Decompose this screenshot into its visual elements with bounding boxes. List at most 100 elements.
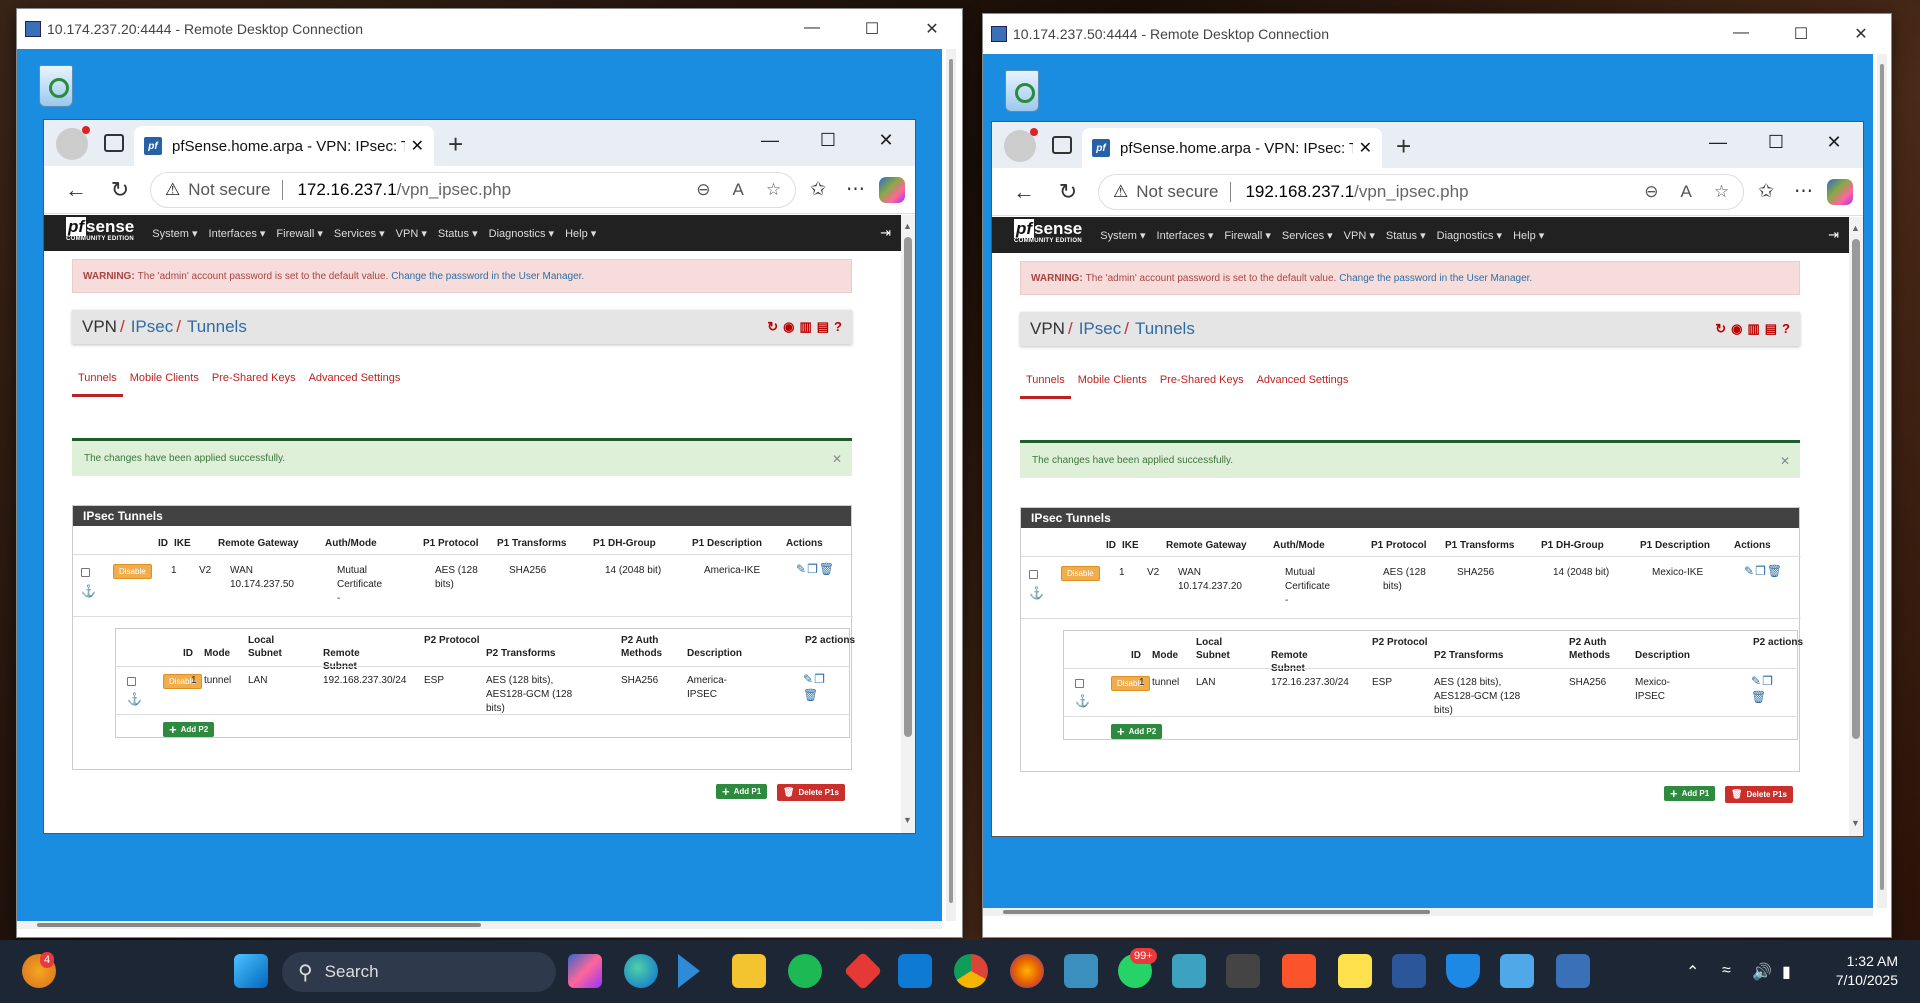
rdp-window-right[interactable]: 10.174.237.50:4444 - Remote Desktop Conn…: [982, 13, 1892, 938]
copilot-icon[interactable]: [1827, 178, 1853, 205]
scroll-down-icon[interactable]: ▼: [1851, 818, 1860, 828]
tab-tunnels[interactable]: Tunnels: [72, 372, 123, 397]
anchor-icon[interactable]: ⚓: [1075, 694, 1090, 708]
vs-icon[interactable]: [1172, 954, 1206, 988]
page-scrollbar[interactable]: ▲ ▼: [901, 215, 915, 833]
restart-icon[interactable]: ↻: [767, 319, 778, 335]
rdp-horizontal-scrollbar[interactable]: [17, 921, 942, 929]
pfsense-logo[interactable]: pf sense COMMUNITY EDITION: [1014, 219, 1082, 248]
minimize-icon[interactable]: —: [1711, 24, 1771, 44]
not-secure-label[interactable]: Not secure: [1136, 182, 1218, 202]
rdp-titlebar[interactable]: 10.174.237.20:4444 - Remote Desktop Conn…: [17, 9, 962, 49]
nav-menu-item[interactable]: Status ▾: [438, 227, 478, 240]
file-explorer-icon[interactable]: [732, 954, 766, 988]
more-menu-icon[interactable]: ⋯: [1794, 180, 1813, 203]
warning-triangle-icon[interactable]: ⚠: [165, 180, 180, 200]
zoom-icon[interactable]: ⊖: [696, 180, 710, 200]
minimize-icon[interactable]: —: [782, 19, 842, 39]
tab-pre-shared-keys[interactable]: Pre-Shared Keys: [1154, 374, 1250, 399]
nav-menu-item[interactable]: Interfaces ▾: [1157, 229, 1214, 242]
change-password-link[interactable]: Change the password in the User Manager.: [391, 271, 584, 282]
scroll-thumb[interactable]: [1852, 239, 1860, 739]
vscode-icon[interactable]: [898, 954, 932, 988]
copy-icon[interactable]: ❐: [1755, 564, 1767, 578]
calculator-icon[interactable]: [1064, 954, 1098, 988]
favorite-star-icon[interactable]: ☆: [1714, 182, 1729, 202]
tab-mobile-clients[interactable]: Mobile Clients: [124, 372, 205, 397]
delete-p1s-button[interactable]: Delete P1s: [777, 784, 845, 801]
copy-icon[interactable]: ❐: [807, 562, 819, 576]
read-aloud-icon[interactable]: A: [1680, 182, 1691, 202]
scroll-thumb[interactable]: [1880, 64, 1884, 890]
nav-menu-item[interactable]: System ▾: [1100, 229, 1145, 242]
chart-icon[interactable]: ▥: [799, 319, 811, 335]
breadcrumb-item[interactable]: Tunnels: [187, 317, 247, 337]
play-icon[interactable]: [678, 954, 700, 988]
rdp-horizontal-scrollbar[interactable]: [983, 908, 1873, 916]
delete-icon[interactable]: 🗑: [803, 688, 819, 702]
scroll-down-icon[interactable]: ▼: [903, 815, 912, 825]
nav-menu-item[interactable]: Services ▾: [1282, 229, 1333, 242]
anchor-icon[interactable]: ⚓: [81, 584, 96, 598]
remote-desktop-screen[interactable]: pf pfSense.home.arpa - VPN: IPsec: T ✕ + — ☐ ✕…: [17, 49, 942, 921]
notepad-icon[interactable]: [1500, 954, 1534, 988]
add-p2-button[interactable]: Add P2: [1111, 724, 1163, 739]
rdp-icon[interactable]: [1556, 954, 1590, 988]
battery-icon[interactable]: ▮: [1782, 962, 1791, 982]
edit-icon[interactable]: ✎: [803, 672, 814, 686]
breadcrumb-item[interactable]: IPsec: [131, 317, 174, 337]
maximize-icon[interactable]: ☐: [842, 19, 902, 39]
breadcrumb-item[interactable]: IPsec: [1079, 319, 1122, 339]
profile-avatar[interactable]: [56, 126, 90, 160]
breadcrumb-item[interactable]: Tunnels: [1135, 319, 1195, 339]
active-tab[interactable]: pf pfSense.home.arpa - VPN: IPsec: T ✕: [134, 126, 434, 166]
add-p1-button[interactable]: Add P1: [716, 784, 768, 799]
tab-advanced-settings[interactable]: Advanced Settings: [1251, 374, 1355, 399]
warning-triangle-icon[interactable]: ⚠: [1113, 182, 1128, 202]
edit-icon[interactable]: ✎: [796, 562, 807, 576]
remote-desktop-screen[interactable]: pf pfSense.home.arpa - VPN: IPsec: T ✕ + — ☐ ✕…: [983, 54, 1873, 908]
close-icon[interactable]: ✕: [1780, 454, 1790, 468]
delete-p1s-button[interactable]: Delete P1s: [1725, 786, 1793, 803]
close-icon[interactable]: ✕: [832, 452, 842, 466]
restart-icon[interactable]: ↻: [1715, 321, 1726, 337]
spotify-icon[interactable]: [788, 954, 822, 988]
scroll-thumb[interactable]: [1003, 910, 1431, 914]
disable-p1-button[interactable]: Disable: [113, 564, 152, 579]
anchor-icon[interactable]: ⚓: [127, 692, 142, 706]
stop-icon[interactable]: ◉: [783, 319, 794, 335]
word-icon[interactable]: [1392, 954, 1426, 988]
volume-icon[interactable]: 🔊: [1752, 962, 1772, 982]
workspaces-icon[interactable]: [1052, 136, 1072, 154]
close-icon[interactable]: ✕: [857, 130, 915, 151]
rdp-vertical-scrollbar[interactable]: [946, 49, 956, 921]
more-menu-icon[interactable]: ⋯: [846, 178, 865, 201]
refresh-icon[interactable]: ↻: [1046, 179, 1090, 205]
delete-icon[interactable]: 🗑: [1767, 564, 1783, 578]
add-p1-button[interactable]: Add P1: [1664, 786, 1716, 801]
copy-icon[interactable]: ❐: [814, 672, 826, 686]
maximize-icon[interactable]: ☐: [1747, 132, 1805, 153]
nav-menu-item[interactable]: Firewall ▾: [1224, 229, 1270, 242]
nav-menu-item[interactable]: Help ▾: [565, 227, 596, 240]
scroll-thumb[interactable]: [949, 59, 953, 903]
edit-icon[interactable]: ✎: [1751, 674, 1762, 688]
chevron-up-icon[interactable]: ⌃: [1686, 962, 1699, 982]
close-tab-icon[interactable]: ✕: [411, 136, 424, 156]
read-aloud-icon[interactable]: A: [732, 180, 743, 200]
delete-icon[interactable]: 🗑: [1751, 690, 1767, 704]
not-secure-label[interactable]: Not secure: [188, 180, 270, 200]
recycle-bin-icon[interactable]: [997, 64, 1047, 120]
nav-menu-item[interactable]: Diagnostics ▾: [1437, 229, 1502, 242]
chart-icon[interactable]: ▥: [1747, 321, 1759, 337]
close-icon[interactable]: ✕: [1805, 132, 1863, 153]
profile-avatar[interactable]: [1004, 128, 1038, 162]
nav-menu-item[interactable]: VPN ▾: [396, 227, 427, 240]
tab-mobile-clients[interactable]: Mobile Clients: [1072, 374, 1153, 399]
close-icon[interactable]: ✕: [1831, 24, 1891, 44]
scroll-thumb[interactable]: [904, 237, 912, 737]
change-password-link[interactable]: Change the password in the User Manager.: [1339, 273, 1532, 284]
defender-icon[interactable]: [1446, 954, 1480, 988]
back-icon[interactable]: ←: [1002, 179, 1046, 205]
workspaces-icon[interactable]: [104, 134, 124, 152]
